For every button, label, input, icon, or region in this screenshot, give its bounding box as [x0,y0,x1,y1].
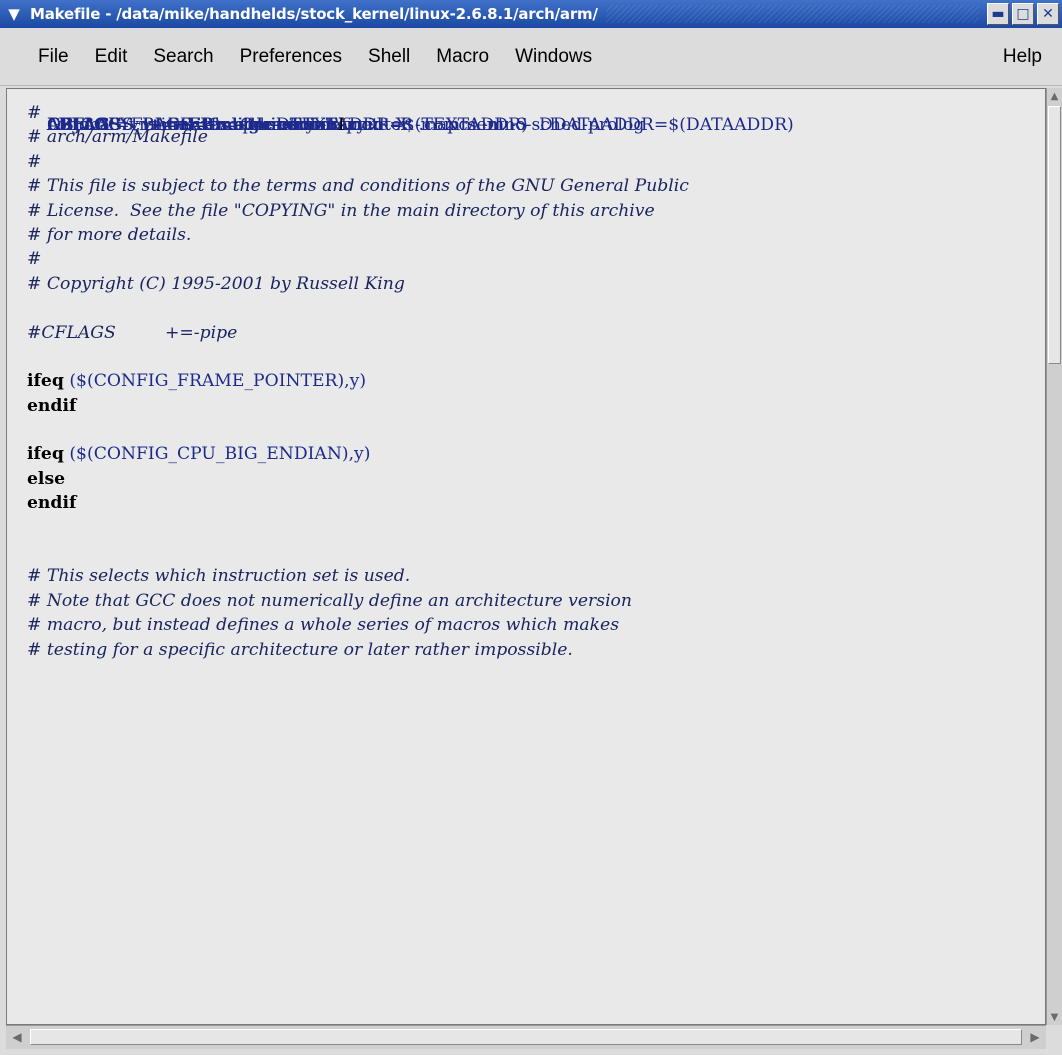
code-line: endif [27,491,1045,515]
maximize-icon[interactable]: □ [1012,3,1034,25]
comment-text: # Note that GCC does not numerically def… [27,590,632,611]
menu-search[interactable]: Search [140,46,226,68]
code-line: # License. See the file "COPYING" in the… [27,199,1045,223]
comment-text: # [27,249,42,270]
vertical-scrollbar[interactable]: ▲ ▼ [1046,88,1062,1025]
code-line: # testing for a specific architecture or… [27,638,1045,662]
comment-text: # This file is subject to the terms and … [27,176,689,197]
menu-macro[interactable]: Macro [423,46,502,68]
menu-windows[interactable]: Windows [502,46,605,68]
title-bar-stripes [605,5,979,23]
code-line: ifeq ($(CONFIG_CPU_BIG_ENDIAN),y) [27,442,1045,466]
menu-edit[interactable]: Edit [82,46,141,68]
code-line: # This file is subject to the terms and … [27,174,1045,198]
horizontal-scroll-thumb[interactable] [30,1029,1022,1045]
minimize-icon[interactable]: ▬ [987,3,1009,25]
code-line: # Copyright (C) 1995-2001 by Russell Kin… [27,272,1045,296]
window-title: Makefile - /data/mike/handhelds/stock_ke… [30,5,598,23]
comment-text: # for more details. [27,224,192,245]
keyword: endif [27,395,77,416]
code-line: # Note that GCC does not numerically def… [27,589,1045,613]
code-text: ($(CONFIG_CPU_BIG_ENDIAN),y) [63,444,371,465]
keyword: else [27,468,66,489]
code-line: # macro, but instead defines a whole ser… [27,613,1045,637]
code-line: # for more details. [27,223,1045,247]
keyword: ifeq [27,371,64,392]
keyword: ifeq [27,444,64,465]
code-lines: # # arch/arm/Makefile # # This file is subj… [27,101,1045,662]
comment-text: # This selects which instruction set is … [27,566,411,587]
code-line: # This selects which instruction set is … [27,564,1045,588]
comment-text: # Copyright (C) 1995-2001 by Russell Kin… [27,273,405,294]
title-bar[interactable]: ▼ Makefile - /data/mike/handhelds/stock_… [0,0,1062,28]
arrow-down-icon[interactable]: ▼ [1047,1009,1062,1025]
menu-shell[interactable]: Shell [355,46,423,68]
menu-bar: File Edit Search Preferences Shell Macro… [0,28,1062,86]
text-editor-area[interactable]: # # arch/arm/Makefile # # This file is subj… [6,88,1046,1025]
code-text: ($(CONFIG_FRAME_POINTER),y) [63,371,367,392]
arrow-right-icon[interactable]: ▶ [1024,1026,1046,1048]
code-line: endif [27,394,1045,418]
comment-text: # macro, but instead defines a whole ser… [27,615,620,636]
comment-text: # [27,151,42,172]
menu-preferences[interactable]: Preferences [227,46,355,68]
comment-text: #CFLAGS +=-pipe [27,322,238,343]
code-line: else [27,467,1045,491]
editor-window: ▼ Makefile - /data/mike/handhelds/stock_… [0,0,1062,1055]
arrow-left-icon[interactable]: ◀ [6,1026,28,1048]
close-icon[interactable]: ✕ [1037,3,1059,25]
code-line: comma = , [47,113,1045,137]
menu-help[interactable]: Help [990,46,1062,68]
arrow-up-icon[interactable]: ▲ [1047,88,1062,104]
comment-text: # testing for a specific architecture or… [27,639,573,660]
vertical-scroll-thumb[interactable] [1048,106,1061,364]
keyword: endif [27,493,77,514]
code-line: #CFLAGS +=-pipe [27,321,1045,345]
code-line: # [27,150,1045,174]
window-menu-chevron-down-icon[interactable]: ▼ [4,4,24,24]
horizontal-scrollbar[interactable]: ◀ ▶ [6,1025,1046,1049]
menu-file[interactable]: File [0,46,82,68]
comment-text: # [27,103,42,123]
code-line: ifeq ($(CONFIG_FRAME_POINTER),y) [27,369,1045,393]
comment-text: # License. See the file "COPYING" in the… [27,200,655,221]
code-text: comma = , [47,115,141,135]
code-line: # [27,247,1045,271]
